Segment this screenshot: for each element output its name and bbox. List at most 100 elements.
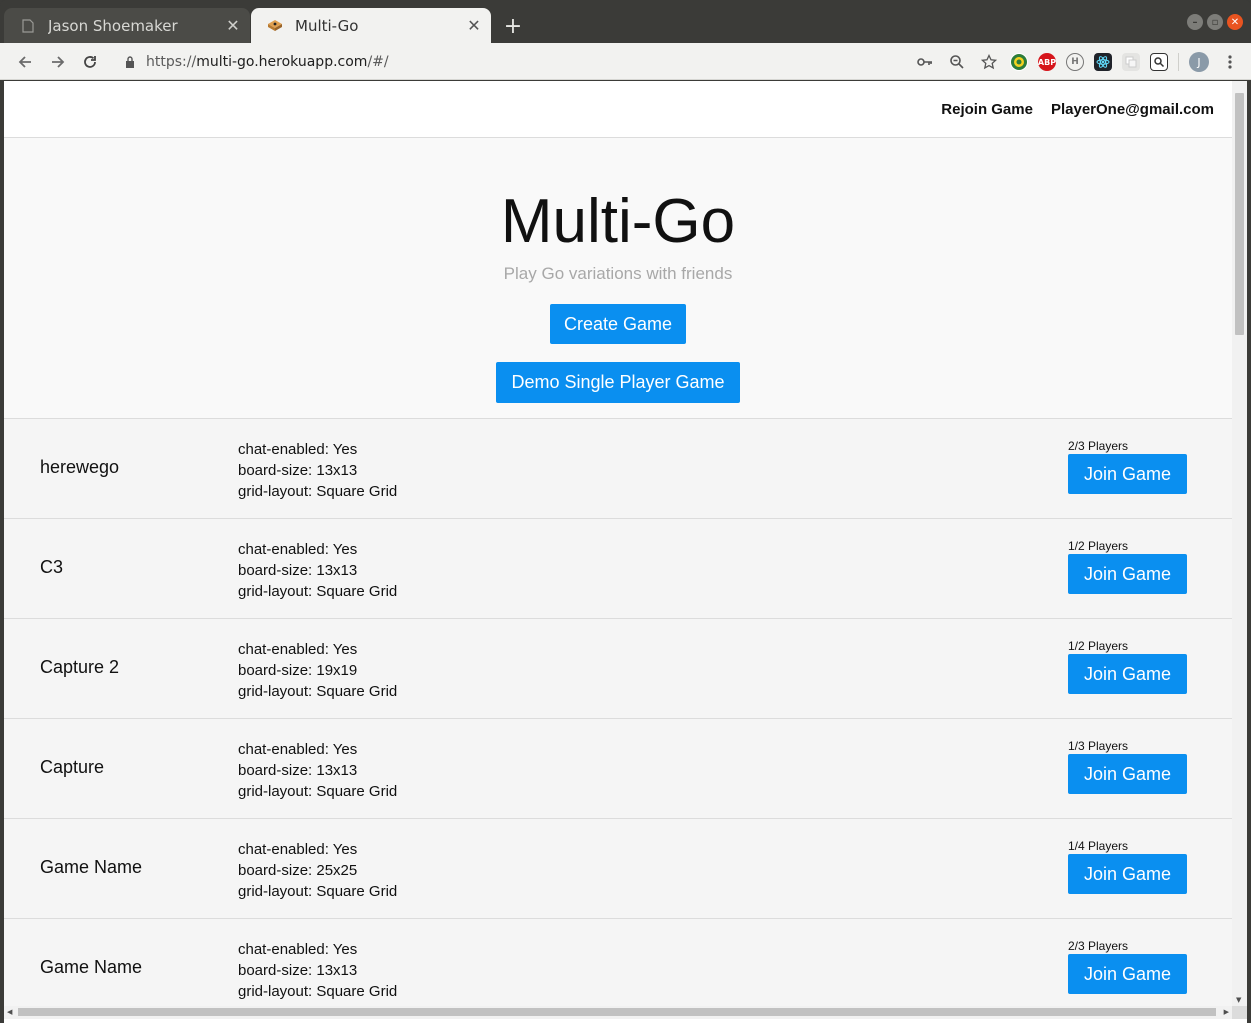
grid-layout-setting: grid-layout: Square Grid — [238, 583, 398, 600]
ext-globe-icon[interactable] — [1010, 53, 1028, 71]
game-settings: chat-enabled: Yes board-size: 25x25 grid… — [238, 839, 397, 902]
game-row: C3 chat-enabled: Yes board-size: 13x13 g… — [4, 519, 1232, 619]
lock-icon — [122, 55, 138, 68]
vertical-scroll-thumb[interactable] — [1235, 93, 1244, 335]
close-window-icon[interactable]: ✕ — [1227, 14, 1243, 30]
horizontal-scroll-thumb[interactable] — [18, 1008, 1216, 1016]
player-count: 2/3 Players — [1068, 939, 1129, 953]
demo-single-player-button[interactable]: Demo Single Player Game — [496, 362, 740, 403]
scroll-right-arrow-icon[interactable]: ▶ — [1224, 1008, 1229, 1016]
board-size-setting: board-size: 13x13 — [238, 462, 358, 479]
toolbar-icons: ABP H J — [914, 49, 1241, 75]
game-row: Game Name chat-enabled: Yes board-size: … — [4, 819, 1232, 919]
scroll-down-arrow-icon[interactable]: ▼ — [1236, 996, 1241, 1004]
tab-title: Jason Shoemaker — [48, 16, 178, 35]
page-subtitle: Play Go variations with friends — [503, 264, 733, 283]
game-row: herewego chat-enabled: Yes board-size: 1… — [4, 419, 1232, 519]
adblock-icon[interactable]: ABP — [1038, 53, 1056, 71]
ext-square-icon[interactable] — [1122, 53, 1140, 71]
game-settings: chat-enabled: Yes board-size: 13x13 grid… — [238, 739, 397, 802]
toolbar-separator — [1178, 53, 1179, 71]
tab-title: Multi-Go — [295, 16, 359, 35]
star-icon[interactable] — [978, 51, 1000, 73]
site-navbar: Rejoin Game PlayerOne@gmail.com — [4, 81, 1232, 138]
minimize-icon[interactable]: – — [1187, 14, 1203, 30]
react-devtools-icon[interactable] — [1094, 53, 1112, 71]
rejoin-game-link[interactable]: Rejoin Game — [941, 101, 1033, 118]
ext-search-icon[interactable] — [1150, 53, 1168, 71]
grid-layout-setting: grid-layout: Square Grid — [238, 683, 398, 700]
menu-kebab-icon[interactable] — [1219, 51, 1241, 73]
browser-window: Jason Shoemaker ✕ Multi-Go ✕ + – ▫ ✕ htt… — [0, 0, 1251, 1023]
multi-go-favicon — [267, 18, 283, 34]
page-title: Multi-Go — [500, 187, 736, 256]
game-row: Capture chat-enabled: Yes board-size: 13… — [4, 719, 1232, 819]
join-game-button[interactable]: Join Game — [1068, 954, 1187, 994]
new-tab-button[interactable]: + — [500, 13, 526, 39]
join-game-button[interactable]: Join Game — [1068, 854, 1187, 894]
vertical-scrollbar[interactable]: ▼ — [1232, 81, 1247, 1006]
url-path: /#/ — [367, 53, 389, 70]
player-count: 1/3 Players — [1068, 739, 1129, 753]
join-game-button[interactable]: Join Game — [1068, 654, 1187, 694]
game-row: Game Name chat-enabled: Yes board-size: … — [4, 919, 1232, 1006]
chat-enabled-setting: chat-enabled: Yes — [238, 441, 358, 458]
join-game-button[interactable]: Join Game — [1068, 754, 1187, 794]
profile-avatar[interactable]: J — [1189, 52, 1209, 72]
player-count: 1/2 Players — [1068, 639, 1129, 653]
chat-enabled-setting: chat-enabled: Yes — [238, 741, 358, 758]
tab-multi-go[interactable]: Multi-Go ✕ — [251, 8, 491, 43]
join-game-button[interactable]: Join Game — [1068, 454, 1187, 494]
forward-icon[interactable] — [45, 49, 71, 75]
grid-layout-setting: grid-layout: Square Grid — [238, 483, 398, 500]
player-count: 1/2 Players — [1068, 539, 1129, 553]
create-game-button[interactable]: Create Game — [550, 304, 686, 344]
chat-enabled-setting: chat-enabled: Yes — [238, 541, 358, 558]
page-viewport: Rejoin Game PlayerOne@gmail.com Multi-Go… — [4, 81, 1247, 1023]
page-content: Rejoin Game PlayerOne@gmail.com Multi-Go… — [4, 81, 1232, 1006]
game-name: herewego — [40, 457, 120, 477]
board-size-setting: board-size: 13x13 — [238, 962, 358, 979]
game-settings: chat-enabled: Yes board-size: 13x13 grid… — [238, 539, 397, 602]
hero-section: Multi-Go Play Go variations with friends… — [4, 138, 1232, 419]
board-size-setting: board-size: 13x13 — [238, 762, 358, 779]
board-size-setting: board-size: 19x19 — [238, 662, 358, 679]
game-name: Game Name — [40, 957, 143, 977]
scroll-left-arrow-icon[interactable]: ◀ — [7, 1008, 12, 1016]
address-bar[interactable]: https://multi-go.herokuapp.com/#/ — [122, 48, 872, 75]
horizontal-scrollbar[interactable]: ◀ ▶ — [4, 1006, 1232, 1019]
game-settings: chat-enabled: Yes board-size: 13x13 grid… — [238, 939, 397, 1002]
game-name: Capture 2 — [40, 657, 120, 677]
close-tab-icon[interactable]: ✕ — [222, 15, 244, 37]
tab-strip: Jason Shoemaker ✕ Multi-Go ✕ + – ▫ ✕ — [0, 0, 1251, 43]
scrollbar-corner — [1232, 1006, 1247, 1019]
player-count: 2/3 Players — [1068, 439, 1129, 453]
user-email-link[interactable]: PlayerOne@gmail.com — [1051, 101, 1214, 118]
url-scheme: https:// — [146, 53, 197, 70]
browser-toolbar: https://multi-go.herokuapp.com/#/ ABP H — [0, 43, 1251, 80]
page-icon — [20, 18, 36, 34]
maximize-icon[interactable]: ▫ — [1207, 14, 1223, 30]
window-controls: – ▫ ✕ — [1187, 14, 1243, 30]
close-tab-icon[interactable]: ✕ — [463, 15, 485, 37]
reload-icon[interactable] — [77, 49, 103, 75]
join-game-button[interactable]: Join Game — [1068, 554, 1187, 594]
back-icon[interactable] — [12, 49, 38, 75]
zoom-icon[interactable] — [946, 51, 968, 73]
grid-layout-setting: grid-layout: Square Grid — [238, 983, 398, 1000]
game-settings: chat-enabled: Yes board-size: 19x19 grid… — [238, 639, 397, 702]
key-icon[interactable] — [914, 51, 936, 73]
ext-h-icon[interactable]: H — [1066, 53, 1084, 71]
chat-enabled-setting: chat-enabled: Yes — [238, 941, 358, 958]
board-size-setting: board-size: 13x13 — [238, 562, 358, 579]
chat-enabled-setting: chat-enabled: Yes — [238, 841, 358, 858]
grid-layout-setting: grid-layout: Square Grid — [238, 783, 398, 800]
tab-jason-shoemaker[interactable]: Jason Shoemaker ✕ — [4, 8, 250, 43]
grid-layout-setting: grid-layout: Square Grid — [238, 883, 398, 900]
url-host: multi-go.herokuapp.com — [196, 53, 368, 70]
player-count: 1/4 Players — [1068, 839, 1129, 853]
game-name: C3 — [40, 557, 64, 577]
chat-enabled-setting: chat-enabled: Yes — [238, 641, 358, 658]
game-list: herewego chat-enabled: Yes board-size: 1… — [4, 419, 1232, 1006]
game-settings: chat-enabled: Yes board-size: 13x13 grid… — [238, 439, 397, 502]
